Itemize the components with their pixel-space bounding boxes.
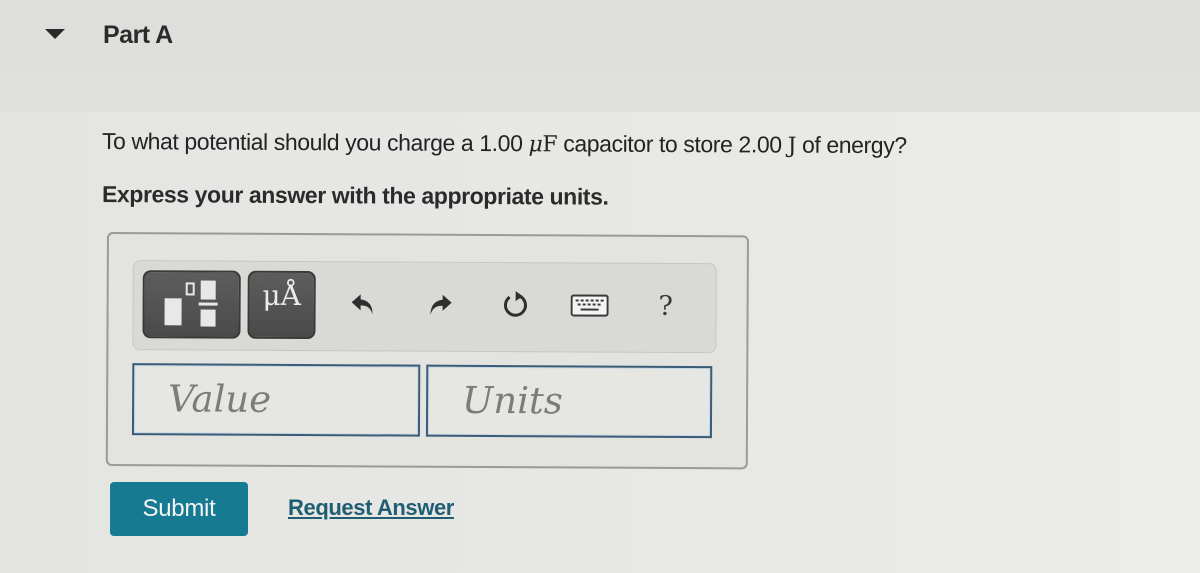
keyboard-button[interactable] bbox=[570, 285, 610, 325]
value-placeholder: Value bbox=[168, 377, 272, 421]
reset-button[interactable] bbox=[496, 285, 536, 325]
energy-unit: J bbox=[787, 133, 797, 159]
request-answer-link[interactable]: Request Answer bbox=[288, 495, 454, 521]
question-text: To what potential should you charge a 1.… bbox=[102, 128, 907, 159]
redo-button[interactable] bbox=[420, 285, 460, 325]
reset-icon bbox=[504, 291, 527, 317]
part-header bbox=[0, 0, 1200, 112]
question-suffix: of energy? bbox=[795, 131, 907, 159]
capacitance-unit: μF bbox=[528, 132, 558, 158]
redo-icon bbox=[430, 294, 452, 315]
instruction-text: Express your answer with the appropriate… bbox=[101, 181, 609, 210]
undo-icon bbox=[351, 294, 373, 315]
question-middle: capacitor to store 2.00 bbox=[557, 130, 788, 158]
templates-button[interactable] bbox=[142, 270, 241, 339]
help-icon: ? bbox=[658, 290, 673, 322]
part-title[interactable]: Part A bbox=[103, 21, 173, 50]
question-prefix: To what potential should you charge a 1.… bbox=[101, 128, 529, 157]
submit-button[interactable]: Submit bbox=[110, 482, 248, 536]
units-placeholder: Units bbox=[462, 378, 563, 423]
math-toolbar: μÅ ? bbox=[132, 260, 717, 354]
answer-panel: μÅ ? Value Units bbox=[105, 232, 749, 470]
help-button[interactable]: ? bbox=[646, 286, 686, 326]
keyboard-icon bbox=[570, 294, 609, 317]
triangle-down-icon[interactable] bbox=[45, 29, 65, 39]
value-input[interactable]: Value bbox=[131, 363, 421, 437]
units-input[interactable]: Units bbox=[425, 364, 713, 439]
units-icon: μÅ bbox=[262, 278, 301, 313]
units-button[interactable]: μÅ bbox=[247, 270, 316, 340]
undo-button[interactable] bbox=[344, 284, 384, 324]
